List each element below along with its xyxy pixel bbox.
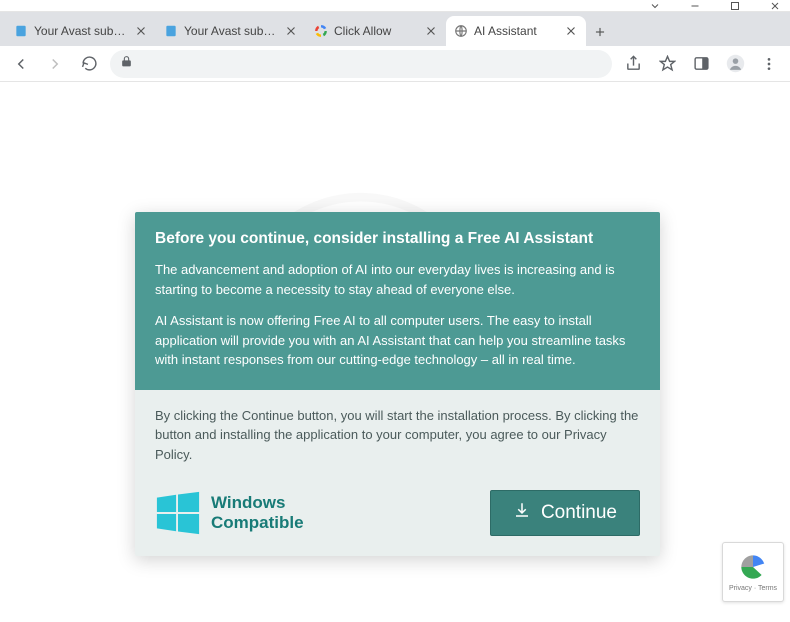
- menu-button[interactable]: [756, 51, 782, 77]
- address-input[interactable]: [139, 56, 602, 71]
- profile-button[interactable]: [722, 51, 748, 77]
- recaptcha-icon: [739, 553, 767, 583]
- window-close-button[interactable]: [766, 0, 784, 12]
- tab-2[interactable]: Click Allow: [306, 16, 446, 46]
- page-content: Before you continue, consider installing…: [0, 82, 790, 622]
- modal-paragraph-2: AI Assistant is now offering Free AI to …: [155, 311, 640, 370]
- window-minimize-button[interactable]: [686, 0, 704, 12]
- windows-logo-icon: [155, 490, 201, 536]
- modal-disclaimer: By clicking the Continue button, you wil…: [155, 406, 640, 465]
- tab-close-icon[interactable]: [134, 24, 148, 38]
- side-panel-button[interactable]: [688, 51, 714, 77]
- window-maximize-button[interactable]: [726, 0, 744, 12]
- favicon-globe-icon: [454, 24, 468, 38]
- recaptcha-text: Privacy · Terms: [729, 585, 777, 592]
- tab-0[interactable]: Your Avast subscription: [6, 16, 156, 46]
- favicon-doc-icon: [164, 24, 178, 38]
- share-button[interactable]: [620, 51, 646, 77]
- new-tab-button[interactable]: [586, 18, 614, 46]
- windows-compat-text: Windows Compatible: [211, 493, 304, 532]
- tab-close-icon[interactable]: [424, 24, 438, 38]
- modal-heading: Before you continue, consider installing…: [155, 230, 640, 248]
- win-line1: Windows: [211, 493, 304, 513]
- favicon-recaptcha-icon: [314, 24, 328, 38]
- download-icon: [513, 501, 531, 525]
- tab-3-active[interactable]: AI Assistant: [446, 16, 586, 46]
- bookmark-button[interactable]: [654, 51, 680, 77]
- tab-strip: Your Avast subscription Your Avast subsc…: [0, 12, 790, 46]
- favicon-doc-icon: [14, 24, 28, 38]
- back-button[interactable]: [8, 51, 34, 77]
- lock-icon: [120, 55, 133, 73]
- modal-header: Before you continue, consider installing…: [135, 212, 660, 390]
- tab-title: Click Allow: [334, 24, 418, 38]
- install-modal: Before you continue, consider installing…: [135, 212, 660, 556]
- window-controls: [0, 0, 790, 12]
- tab-1[interactable]: Your Avast subscription: [156, 16, 306, 46]
- modal-body: By clicking the Continue button, you wil…: [135, 390, 660, 483]
- continue-button[interactable]: Continue: [490, 490, 640, 536]
- recaptcha-badge[interactable]: Privacy · Terms: [722, 542, 784, 602]
- window-chevron-icon[interactable]: [646, 0, 664, 12]
- tab-title: AI Assistant: [474, 24, 558, 38]
- reload-button[interactable]: [76, 51, 102, 77]
- modal-footer: Windows Compatible Continue: [135, 482, 660, 556]
- windows-compatible-badge: Windows Compatible: [155, 490, 304, 536]
- tab-close-icon[interactable]: [284, 24, 298, 38]
- modal-paragraph-1: The advancement and adoption of AI into …: [155, 260, 640, 299]
- address-bar[interactable]: [110, 50, 612, 78]
- browser-toolbar: [0, 46, 790, 82]
- win-line2: Compatible: [211, 513, 304, 533]
- tab-title: Your Avast subscription: [184, 24, 278, 38]
- continue-label: Continue: [541, 502, 617, 524]
- tab-title: Your Avast subscription: [34, 24, 128, 38]
- forward-button[interactable]: [42, 51, 68, 77]
- tab-close-icon[interactable]: [564, 24, 578, 38]
